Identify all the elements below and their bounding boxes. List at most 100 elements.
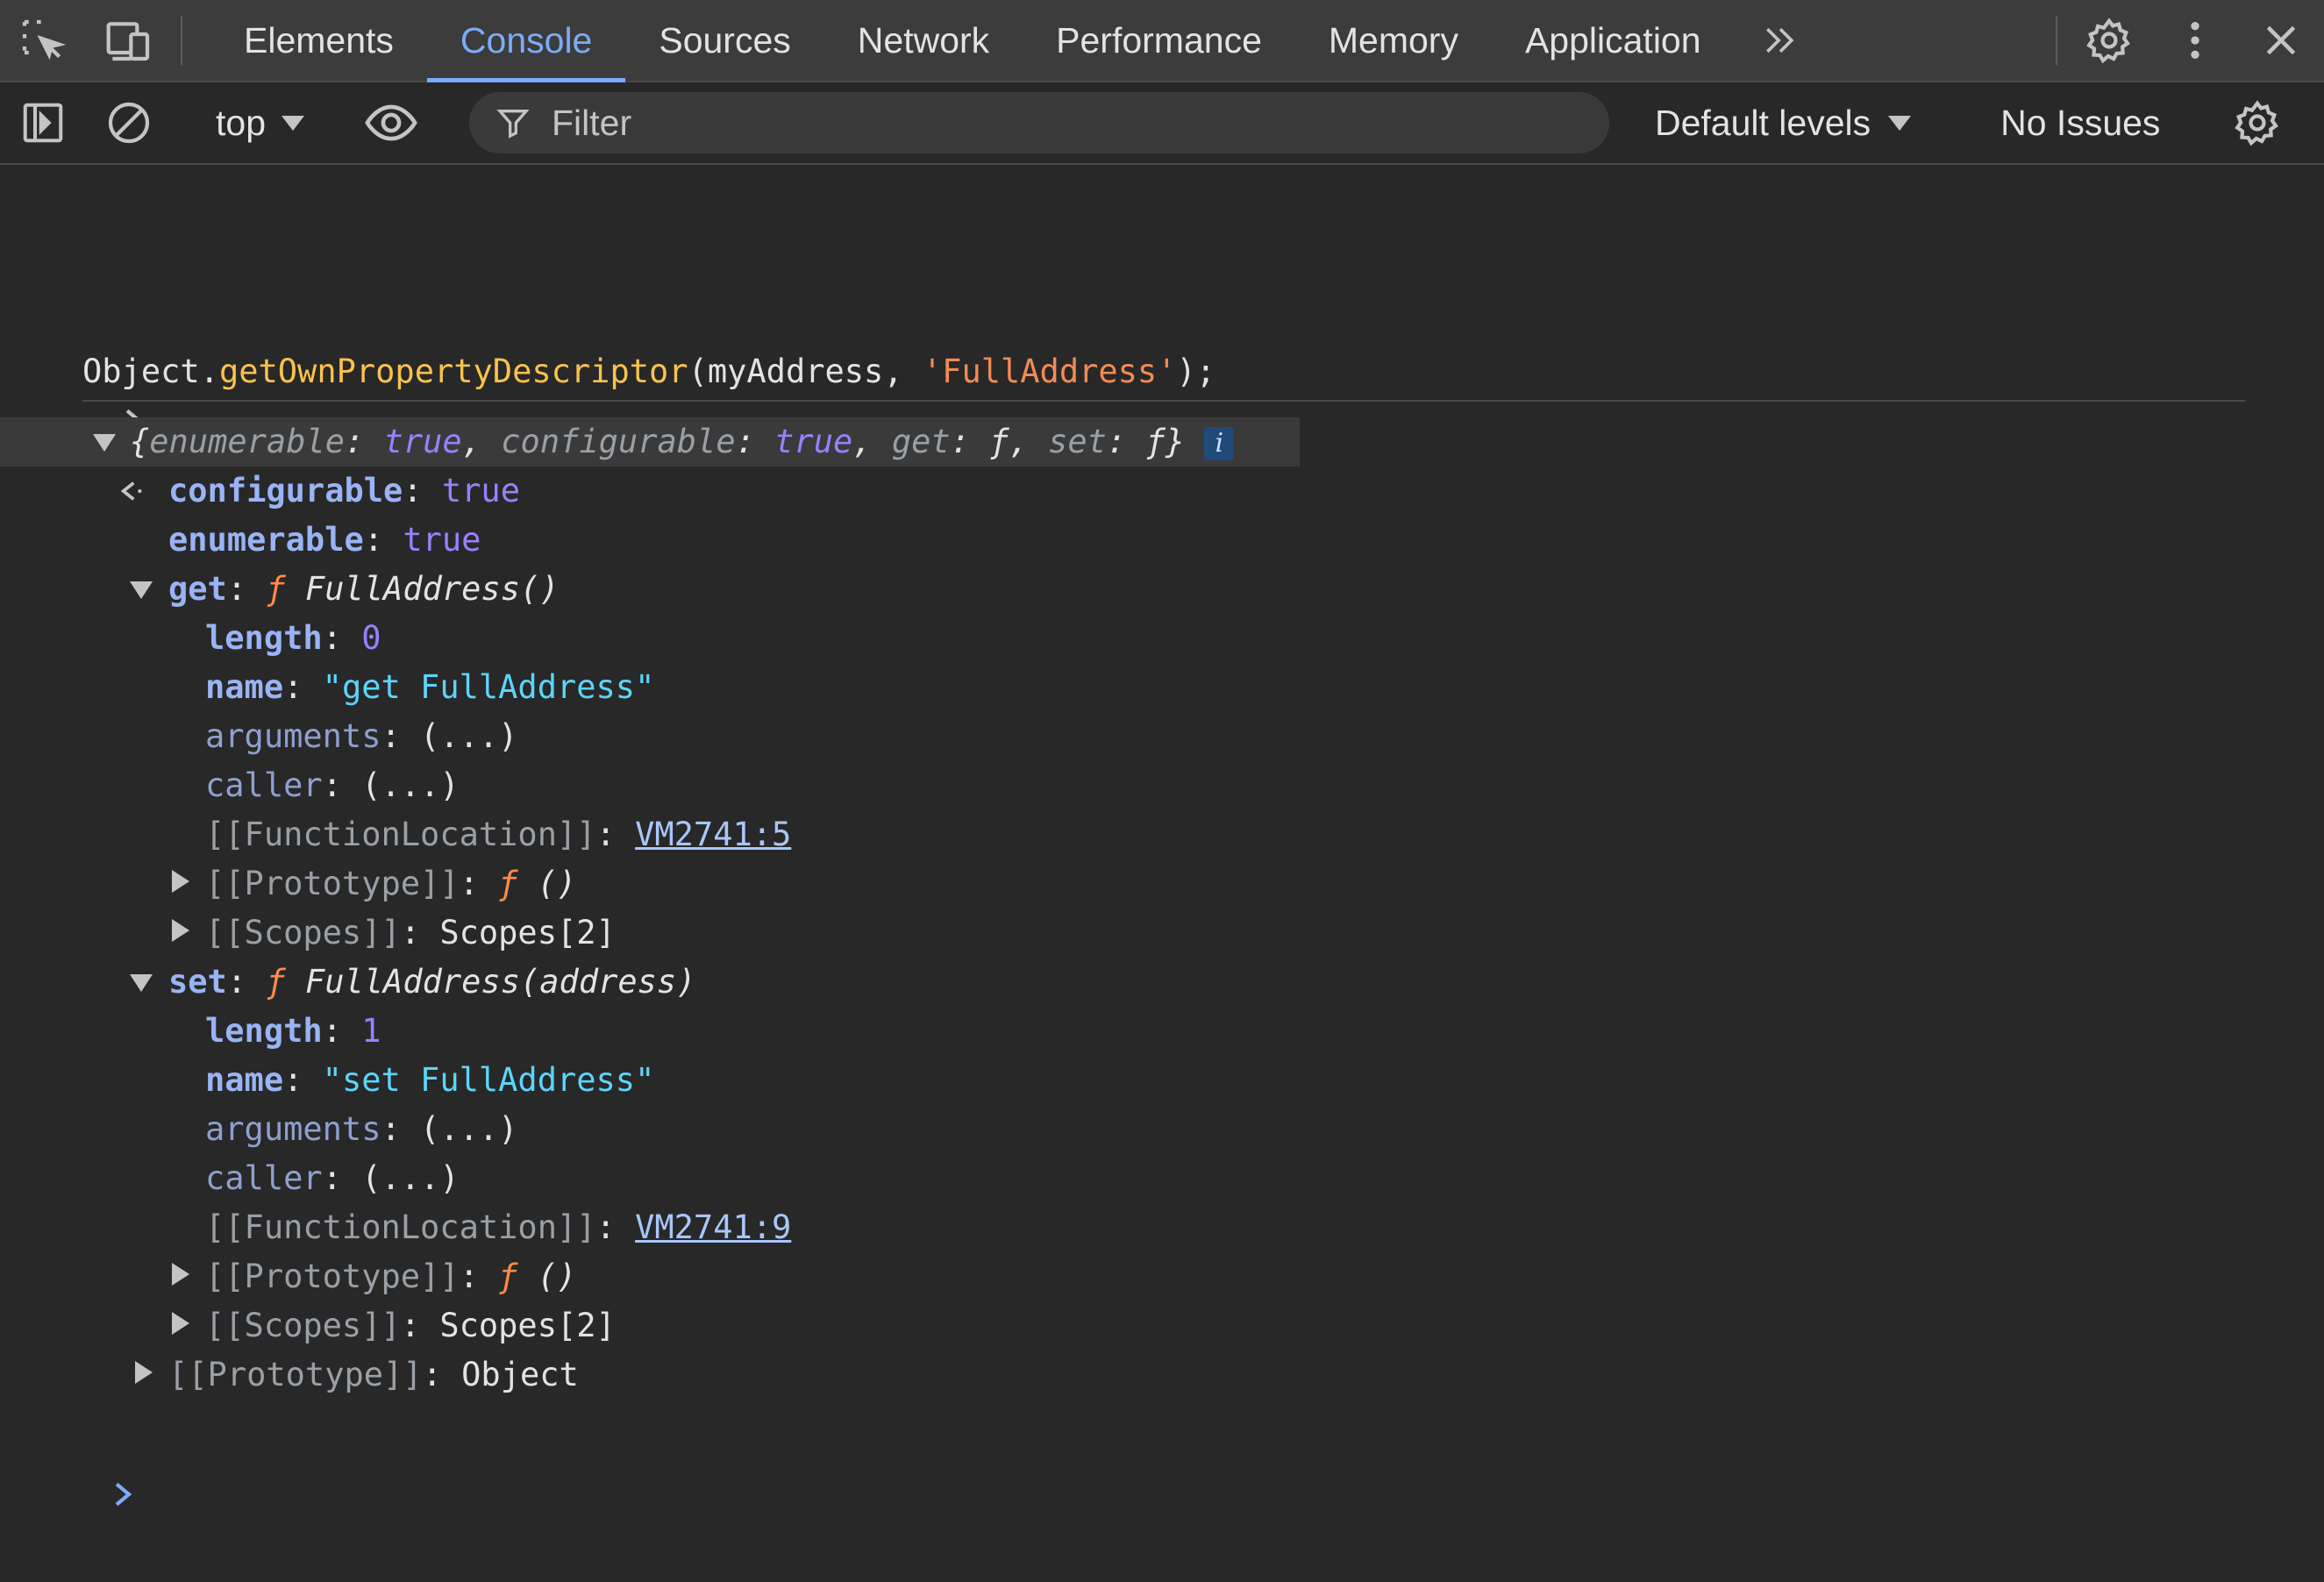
- console-settings-button[interactable]: [2214, 82, 2300, 163]
- property-value: "get FullAddress": [322, 668, 655, 706]
- customize-menu-button[interactable]: [2152, 0, 2238, 81]
- divider: [181, 16, 182, 65]
- tab-console[interactable]: Console: [426, 0, 626, 82]
- source-link[interactable]: VM2741:9: [635, 1208, 791, 1246]
- issues-counter[interactable]: No Issues: [1965, 103, 2195, 144]
- property-value: (): [537, 865, 577, 902]
- eye-icon: [365, 104, 417, 141]
- code-paren-open: (: [688, 353, 708, 390]
- property-value: "set FullAddress": [322, 1061, 655, 1099]
- info-badge-icon[interactable]: i: [1204, 426, 1235, 460]
- property-value: Scopes[2]: [439, 914, 616, 951]
- caret-down-icon: [1888, 115, 1912, 131]
- property-key: [[FunctionLocation]]: [205, 816, 596, 853]
- context-label: top: [216, 102, 266, 143]
- input-separator: [82, 400, 2245, 402]
- clear-console-button[interactable]: [86, 82, 172, 163]
- devtools-tab-bar: Elements Console Sources Network Perform…: [0, 0, 2324, 82]
- expand-triangle-icon[interactable]: [93, 434, 116, 452]
- property-key: [[Prototype]]: [205, 1258, 460, 1295]
- set-length: length: 1: [205, 1012, 381, 1050]
- get-arguments[interactable]: arguments: (...): [205, 712, 517, 761]
- more-tabs-button[interactable]: [1735, 0, 1826, 81]
- code-method: getOwnPropertyDescriptor: [218, 353, 688, 390]
- object-prototype[interactable]: [[Prototype]]: Object: [168, 1350, 579, 1400]
- console-input-command[interactable]: Object.getOwnPropertyDescriptor(myAddres…: [82, 347, 1215, 396]
- settings-button[interactable]: [2066, 0, 2152, 81]
- caret-down-icon: [282, 115, 304, 131]
- log-levels-dropdown[interactable]: Default levels: [1620, 103, 1946, 144]
- get-length: length: 0: [205, 619, 381, 657]
- get-prototype[interactable]: [[Prototype]]: ƒ (): [205, 859, 576, 909]
- tab-elements[interactable]: Elements: [210, 0, 427, 81]
- inspect-element-button[interactable]: [0, 0, 86, 81]
- show-sidebar-button[interactable]: [0, 82, 86, 163]
- source-link[interactable]: VM2741:5: [635, 816, 791, 853]
- property-key: length: [205, 619, 323, 657]
- get-scopes[interactable]: [[Scopes]]: Scopes[2]: [205, 909, 616, 958]
- tab-sources[interactable]: Sources: [625, 0, 823, 81]
- get-function-location: [[FunctionLocation]]: VM2741:5: [205, 816, 792, 853]
- context-selector[interactable]: top: [191, 103, 329, 144]
- property-configurable: configurable: true: [168, 472, 520, 510]
- filter-input[interactable]: [550, 101, 1518, 145]
- double-chevron-right-icon: [1765, 27, 1793, 53]
- function-symbol: ƒ: [266, 963, 286, 1001]
- set-scopes[interactable]: [[Scopes]]: Scopes[2]: [205, 1301, 616, 1350]
- set-caller[interactable]: caller: (...): [205, 1154, 460, 1203]
- divider: [2056, 16, 2057, 65]
- device-toolbar-button[interactable]: [86, 0, 172, 81]
- property-key: configurable: [168, 472, 403, 510]
- property-set[interactable]: set: ƒ FullAddress(address): [168, 958, 695, 1007]
- live-expression-button[interactable]: [348, 82, 434, 163]
- function-symbol: ƒ: [498, 865, 518, 902]
- get-caller[interactable]: caller: (...): [205, 761, 460, 810]
- property-value: Object: [461, 1356, 579, 1393]
- code-object: Object: [82, 353, 200, 390]
- code-paren-close: );: [1176, 353, 1216, 390]
- code-arg2: 'FullAddress': [922, 353, 1177, 390]
- expand-triangle-icon[interactable]: [172, 1312, 189, 1335]
- property-key: [[FunctionLocation]]: [205, 1208, 596, 1246]
- console-prompt[interactable]: [32, 1421, 136, 1507]
- property-value: Scopes[2]: [439, 1307, 616, 1344]
- inspect-element-icon: [22, 19, 67, 61]
- property-value: (): [537, 1258, 577, 1295]
- property-value: true: [403, 521, 481, 559]
- set-prototype[interactable]: [[Prototype]]: ƒ (): [205, 1252, 576, 1301]
- close-devtools-button[interactable]: [2238, 0, 2324, 81]
- code-comma: ,: [883, 353, 923, 390]
- property-value: (...): [420, 717, 518, 755]
- tab-list: Elements Console Sources Network Perform…: [210, 0, 1735, 82]
- function-signature: FullAddress(): [304, 570, 560, 608]
- property-value: 1: [361, 1012, 381, 1050]
- expand-triangle-icon[interactable]: [130, 581, 153, 599]
- property-key: length: [205, 1012, 323, 1050]
- summary-value: true: [774, 423, 853, 460]
- set-name: name: "set FullAddress": [205, 1061, 655, 1099]
- tab-performance[interactable]: Performance: [1023, 0, 1295, 81]
- property-key: arguments: [205, 1110, 381, 1148]
- tab-application[interactable]: Application: [1492, 0, 1735, 81]
- property-key: name: [205, 1061, 284, 1099]
- log-levels-label: Default levels: [1655, 102, 1871, 143]
- device-toggle-icon: [106, 22, 150, 61]
- object-summary[interactable]: {enumerable: true, configurable: true, g…: [130, 417, 1235, 467]
- summary-key: configurable: [501, 423, 736, 460]
- summary-value: ƒ: [989, 423, 1009, 460]
- expand-triangle-icon[interactable]: [135, 1361, 153, 1384]
- property-key: [[Scopes]]: [205, 914, 401, 951]
- expand-triangle-icon[interactable]: [172, 870, 189, 893]
- close-icon: [2266, 25, 2296, 55]
- property-get[interactable]: get: ƒ FullAddress(): [168, 565, 560, 614]
- tab-memory[interactable]: Memory: [1295, 0, 1492, 81]
- tab-network[interactable]: Network: [824, 0, 1023, 81]
- console-toolbar: top Default levels No Issues: [0, 82, 2324, 165]
- property-key: caller: [205, 766, 323, 804]
- filter-field[interactable]: [469, 92, 1609, 153]
- set-arguments[interactable]: arguments: (...): [205, 1105, 517, 1154]
- expand-triangle-icon[interactable]: [130, 974, 153, 992]
- expand-triangle-icon[interactable]: [172, 1263, 189, 1286]
- expand-triangle-icon[interactable]: [172, 919, 189, 942]
- function-symbol: ƒ: [498, 1258, 518, 1295]
